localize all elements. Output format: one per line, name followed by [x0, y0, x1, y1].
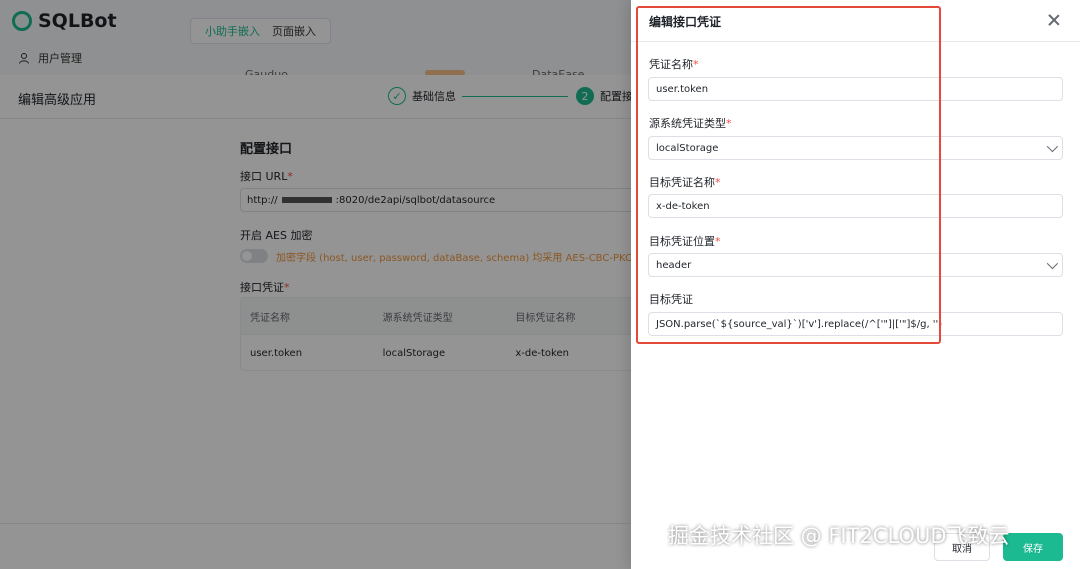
close-icon[interactable]	[1047, 13, 1061, 27]
chevron-down-icon	[1046, 257, 1059, 270]
save-button[interactable]: 保存	[1003, 533, 1063, 561]
watermark: 掘金技术社区 @ FIT2CLOUD飞致云	[668, 524, 1010, 548]
chevron-down-icon	[1046, 140, 1059, 153]
edit-credential-drawer: 编辑接口凭证 凭证名称* user.token 源系统凭证类型* localSt…	[631, 0, 1080, 569]
highlight-frame	[636, 6, 941, 344]
modal-overlay[interactable]	[0, 0, 631, 569]
